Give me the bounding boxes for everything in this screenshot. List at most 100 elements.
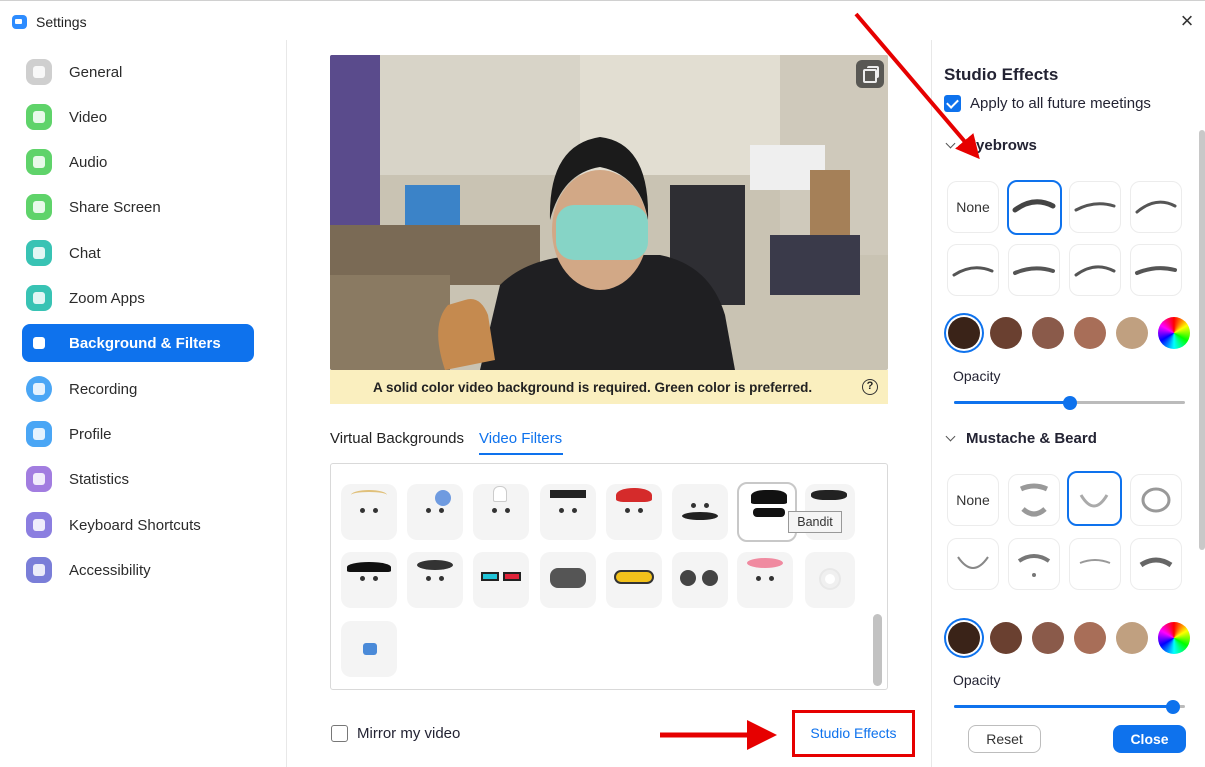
filter-tile[interactable]: [540, 552, 596, 608]
eyebrow-opacity-label: Opacity: [953, 368, 1001, 384]
close-button[interactable]: Close: [1113, 725, 1186, 753]
sidebar-item-audio[interactable]: Audio: [22, 143, 254, 181]
filter-tile[interactable]: [473, 484, 529, 540]
sidebar-item-label: Zoom Apps: [69, 290, 145, 307]
portrait-icon: [26, 330, 52, 356]
filter-tile[interactable]: [407, 552, 463, 608]
beard-style-option[interactable]: [1130, 538, 1182, 590]
studio-effects-link[interactable]: Studio Effects: [792, 710, 915, 757]
filters-scrollbar-thumb[interactable]: [873, 614, 882, 686]
accessibility-icon: [26, 557, 52, 583]
tab-video-filters[interactable]: Video Filters: [479, 430, 562, 447]
beard-color-swatch[interactable]: [1074, 622, 1106, 654]
filter-face-icon: [490, 505, 512, 519]
sidebar-item-statistics[interactable]: Statistics: [22, 460, 254, 498]
eyebrow-style-option[interactable]: [1069, 181, 1121, 233]
sidebar-item-profile[interactable]: Profile: [22, 415, 254, 453]
eyebrow-style-option[interactable]: [1130, 181, 1182, 233]
zoom-app-icon: [12, 15, 27, 29]
filter-tile[interactable]: [341, 552, 397, 608]
filter-tile[interactable]: [341, 484, 397, 540]
title-bar: Settings ×: [0, 0, 1205, 40]
filter-tile[interactable]: [606, 552, 662, 608]
filter-tile[interactable]: [737, 552, 793, 608]
sidebar-item-zoom-apps[interactable]: Zoom Apps: [22, 279, 254, 317]
filter-tile[interactable]: [606, 484, 662, 540]
eyebrow-none-option[interactable]: None: [947, 181, 999, 233]
eyebrow-style-option[interactable]: [947, 244, 999, 296]
filter-face-icon: [424, 573, 446, 587]
beard-style-option[interactable]: [1008, 474, 1060, 526]
filter-tile[interactable]: [805, 552, 855, 608]
filter-tile[interactable]: [341, 621, 397, 677]
filter-tile[interactable]: [672, 552, 728, 608]
beard-icon: [1141, 487, 1171, 513]
beard-style-option[interactable]: [1008, 538, 1060, 590]
filter-face-icon: [623, 505, 645, 519]
eyebrow-color-swatch[interactable]: [1116, 317, 1148, 349]
filter-bandit-mask-icon: [753, 508, 785, 517]
sidebar-item-label: Share Screen: [69, 199, 161, 216]
eyebrow-color-swatch[interactable]: [1074, 317, 1106, 349]
filter-tile[interactable]: [540, 484, 596, 540]
filter-bandit-hat-icon: [751, 490, 787, 504]
filter-tile[interactable]: [672, 484, 728, 540]
sidebar-item-background-filters[interactable]: Background & Filters: [22, 324, 254, 362]
custom-color-picker-icon[interactable]: [1158, 622, 1190, 654]
eyebrow-icon: [1013, 266, 1055, 275]
eyebrow-color-swatch[interactable]: [1032, 317, 1064, 349]
sidebar-item-share-screen[interactable]: Share Screen: [22, 188, 254, 226]
custom-color-picker-icon[interactable]: [1158, 317, 1190, 349]
none-label: None: [956, 492, 990, 508]
beard-style-option[interactable]: [947, 538, 999, 590]
video-preview: [330, 55, 888, 370]
eyebrow-style-option[interactable]: [1008, 244, 1060, 296]
sidebar-item-accessibility[interactable]: Accessibility: [22, 551, 254, 589]
filter-face-icon: [424, 505, 446, 519]
eyebrow-opacity-handle[interactable]: [1062, 396, 1077, 410]
eyebrow-style-option[interactable]: [1007, 180, 1062, 235]
tab-virtual-backgrounds[interactable]: Virtual Backgrounds: [330, 430, 464, 447]
sidebar-item-label: Video: [69, 109, 108, 126]
reset-button[interactable]: Reset: [968, 725, 1041, 753]
beard-none-option[interactable]: None: [947, 474, 999, 526]
beard-color-swatch[interactable]: [990, 622, 1022, 654]
sidebar-item-label: Background & Filters: [69, 335, 221, 352]
beard-color-swatch[interactable]: [1116, 622, 1148, 654]
eyebrows-section-header[interactable]: Eyebrows: [945, 137, 1037, 154]
mirror-video-checkbox[interactable]: [331, 725, 348, 742]
apply-future-meetings-checkbox[interactable]: [944, 95, 961, 112]
eyebrow-style-option[interactable]: [1130, 244, 1182, 296]
eyebrow-style-option[interactable]: [1069, 244, 1121, 296]
sidebar-item-recording[interactable]: Recording: [22, 370, 254, 408]
beard-style-option[interactable]: [1069, 538, 1121, 590]
sidebar-item-chat[interactable]: Chat: [22, 234, 254, 272]
sidebar-item-label: Audio: [69, 154, 108, 171]
beard-style-option[interactable]: [1067, 471, 1122, 526]
help-icon[interactable]: ?: [862, 379, 878, 395]
apply-future-meetings-label[interactable]: Apply to all future meetings: [970, 95, 1151, 112]
beard-icon: [1139, 557, 1173, 568]
filter-fedora-icon: [347, 562, 391, 572]
beard-style-option[interactable]: [1130, 474, 1182, 526]
sidebar-item-general[interactable]: General: [22, 53, 254, 91]
beard-color-swatch[interactable]: [948, 622, 980, 654]
beard-section-header[interactable]: Mustache & Beard: [945, 430, 1097, 447]
switch-camera-icon[interactable]: [856, 60, 884, 88]
filter-3d-glasses-icon: [481, 572, 499, 581]
beard-color-swatch[interactable]: [1032, 622, 1064, 654]
sidebar-item-video[interactable]: Video: [22, 98, 254, 136]
filter-tile[interactable]: [473, 552, 529, 608]
mirror-video-label[interactable]: Mirror my video: [357, 725, 460, 742]
eyebrow-color-swatch[interactable]: [948, 317, 980, 349]
eyebrow-icon: [1135, 200, 1177, 214]
beard-heading: Mustache & Beard: [966, 430, 1097, 447]
eyebrow-opacity-fill: [954, 401, 1070, 404]
studio-effects-scrollbar[interactable]: [1199, 130, 1205, 550]
close-icon[interactable]: ×: [1177, 10, 1197, 32]
eyebrow-color-swatch[interactable]: [990, 317, 1022, 349]
sidebar-item-keyboard-shortcuts[interactable]: Keyboard Shortcuts: [22, 506, 254, 544]
filter-round-sunglasses-icon: [680, 570, 696, 586]
filter-tile[interactable]: [407, 484, 463, 540]
chat-bubble-icon: [26, 240, 52, 266]
